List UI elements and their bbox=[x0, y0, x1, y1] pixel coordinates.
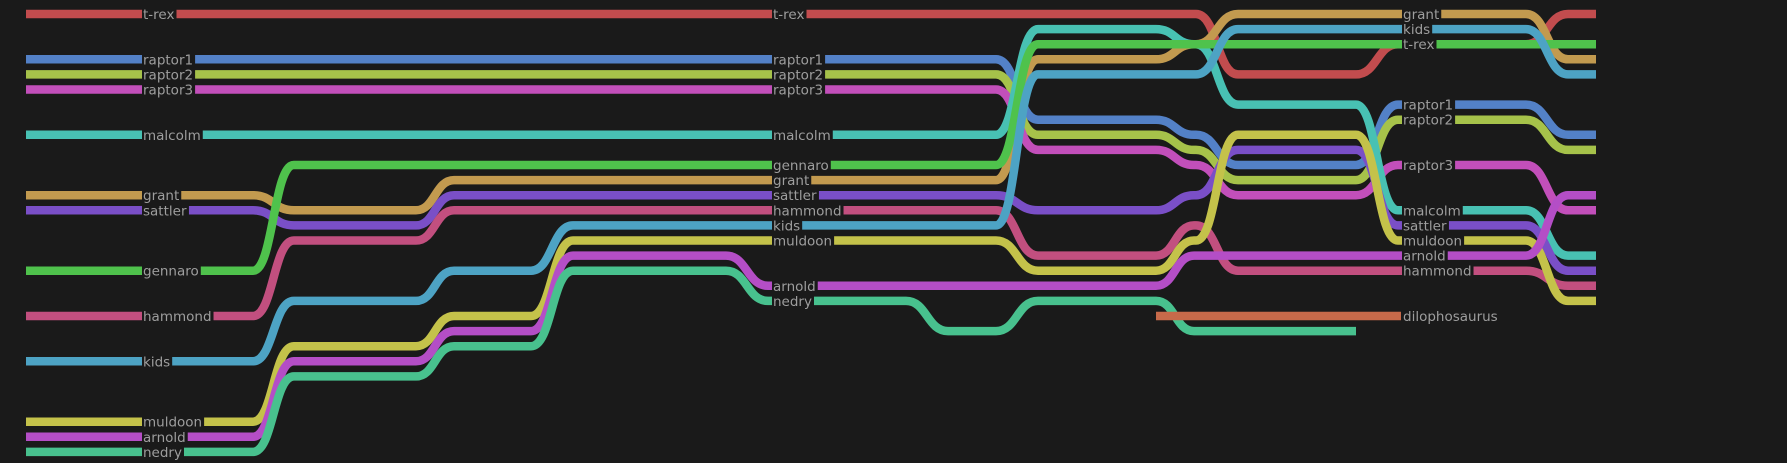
label-malcolm: malcolm bbox=[143, 128, 201, 144]
label-arnold: arnold bbox=[773, 279, 816, 295]
label-raptor3: raptor3 bbox=[773, 83, 823, 99]
label-gennaro: gennaro bbox=[143, 264, 199, 280]
label-raptor1: raptor1 bbox=[1403, 98, 1453, 114]
label-raptor2: raptor2 bbox=[773, 67, 823, 83]
label-raptor2: raptor2 bbox=[143, 67, 193, 83]
storyline-svg: t-rexraptor1raptor2raptor3malcolmgrantsa… bbox=[26, 7, 1596, 461]
label-grant: grant bbox=[773, 173, 809, 189]
label-raptor2: raptor2 bbox=[1403, 113, 1453, 129]
label-arnold: arnold bbox=[143, 430, 186, 446]
label-sattler: sattler bbox=[773, 188, 817, 204]
label-t-rex: t-rex bbox=[1403, 37, 1434, 53]
label-arnold: arnold bbox=[1403, 249, 1446, 265]
label-grant: grant bbox=[143, 188, 179, 204]
label-hammond: hammond bbox=[773, 203, 842, 219]
label-muldoon: muldoon bbox=[1403, 234, 1462, 250]
label-raptor3: raptor3 bbox=[143, 83, 193, 99]
label-malcolm: malcolm bbox=[1403, 203, 1461, 219]
label-sattler: sattler bbox=[143, 203, 187, 219]
label-kids: kids bbox=[1403, 22, 1430, 38]
label-nedry: nedry bbox=[773, 294, 812, 310]
label-hammond: hammond bbox=[1403, 264, 1472, 280]
label-dilophosaurus: dilophosaurus bbox=[1403, 309, 1498, 325]
label-t-rex: t-rex bbox=[773, 7, 804, 23]
label-raptor3: raptor3 bbox=[1403, 158, 1453, 174]
label-kids: kids bbox=[773, 218, 800, 234]
label-sattler: sattler bbox=[1403, 218, 1447, 234]
label-hammond: hammond bbox=[143, 309, 212, 325]
label-muldoon: muldoon bbox=[143, 415, 202, 431]
label-gennaro: gennaro bbox=[773, 158, 829, 174]
label-muldoon: muldoon bbox=[773, 234, 832, 250]
storyline-diagram: t-rex raptor1 raptor2 raptor3 malcolm grant sa… bbox=[0, 0, 1787, 463]
label-t-rex: t-rex bbox=[143, 7, 174, 23]
label-nedry: nedry bbox=[143, 445, 182, 461]
label-raptor1: raptor1 bbox=[143, 52, 193, 68]
label-grant: grant bbox=[1403, 7, 1439, 23]
label-malcolm: malcolm bbox=[773, 128, 831, 144]
label-kids: kids bbox=[143, 354, 170, 370]
label-raptor1: raptor1 bbox=[773, 52, 823, 68]
